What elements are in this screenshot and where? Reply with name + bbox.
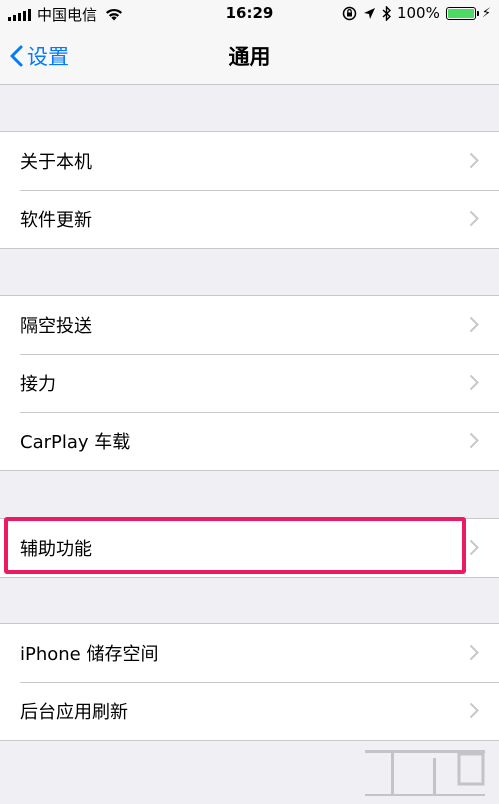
list-item-carplay[interactable]: CarPlay 车载 — [0, 412, 499, 470]
list-item-airdrop[interactable]: 隔空投送 — [0, 296, 499, 354]
chevron-right-icon — [469, 152, 479, 169]
battery-percent: 100% — [396, 4, 440, 22]
chevron-right-icon — [469, 210, 479, 227]
list-item-accessibility[interactable]: 辅助功能 — [0, 519, 499, 577]
list-item-label: 关于本机 — [20, 152, 92, 173]
charging-bolt-icon: ⚡ — [481, 5, 491, 21]
location-icon — [363, 7, 375, 19]
list-item-about[interactable]: 关于本机 — [0, 132, 499, 190]
status-bar: 中国电信 16:29 100% ⚡ — [0, 0, 499, 26]
status-right: 100% ⚡ — [342, 4, 491, 22]
watermark-logo — [365, 750, 485, 796]
settings-group-3: 辅助功能 — [0, 518, 499, 578]
bluetooth-icon — [382, 5, 391, 21]
list-item-label: 隔空投送 — [20, 316, 92, 337]
chevron-right-icon — [469, 702, 479, 719]
list-item-label: iPhone 储存空间 — [20, 644, 159, 665]
list-item-label: 辅助功能 — [20, 539, 92, 560]
list-item-software-update[interactable]: 软件更新 — [0, 190, 499, 248]
settings-group-2: 隔空投送 接力 CarPlay 车载 — [0, 295, 499, 471]
settings-group-4: iPhone 储存空间 后台应用刷新 — [0, 623, 499, 741]
list-item-label: 后台应用刷新 — [20, 702, 128, 723]
battery-icon: ⚡ — [445, 5, 491, 21]
list-item-label: 软件更新 — [20, 210, 92, 231]
chevron-right-icon — [469, 432, 479, 449]
navigation-bar: 设置 通用 — [0, 26, 499, 85]
settings-group-1: 关于本机 软件更新 — [0, 131, 499, 249]
orientation-lock-icon — [342, 6, 357, 20]
list-item-label: CarPlay 车载 — [20, 432, 131, 453]
chevron-right-icon — [469, 316, 479, 333]
chevron-right-icon — [469, 539, 479, 556]
list-item-label: 接力 — [20, 374, 56, 395]
page-title: 通用 — [228, 45, 271, 69]
list-item-handoff[interactable]: 接力 — [0, 354, 499, 412]
list-item-background-refresh[interactable]: 后台应用刷新 — [0, 682, 499, 740]
list-item-iphone-storage[interactable]: iPhone 储存空间 — [0, 624, 499, 682]
chevron-right-icon — [469, 374, 479, 391]
chevron-right-icon — [469, 644, 479, 661]
